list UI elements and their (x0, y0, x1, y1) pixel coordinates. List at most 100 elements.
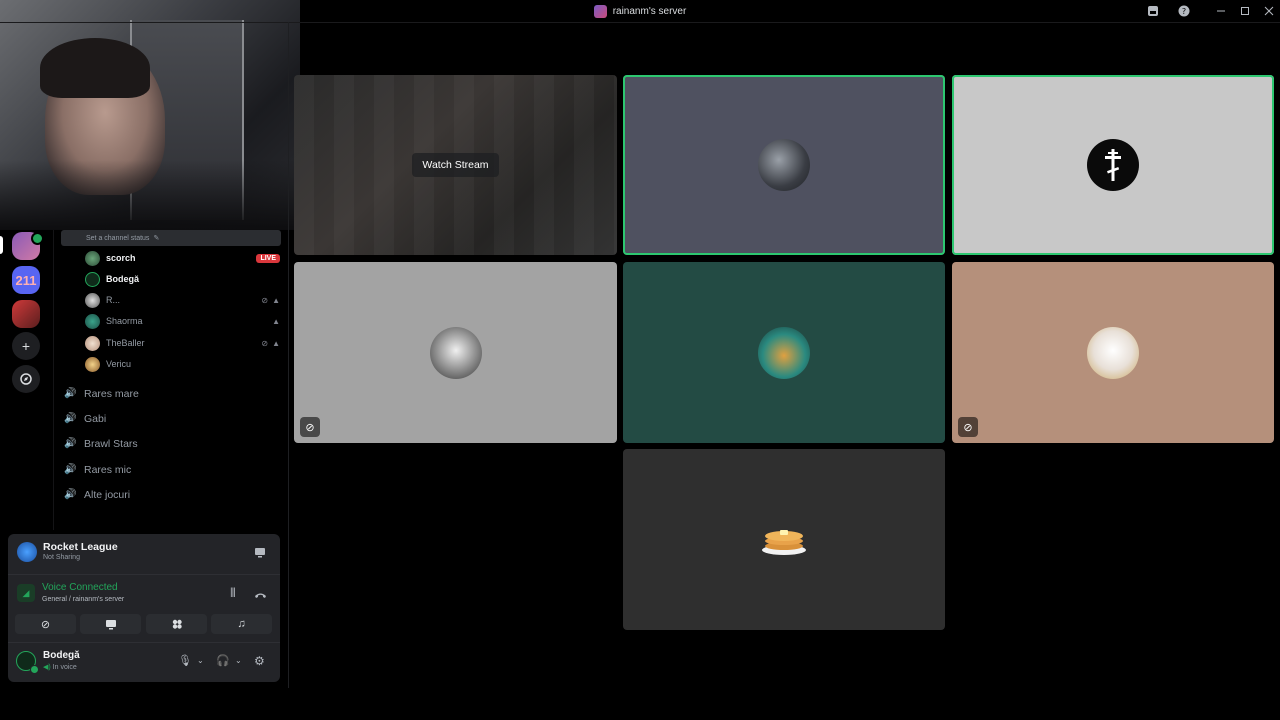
live-badge: LIVE (256, 253, 280, 263)
voice-user-bodega[interactable]: Bodegă (85, 270, 280, 288)
voice-channel-name: Gabi (84, 413, 107, 425)
voice-channel-alte-jocuri[interactable]: 🔊 Alte jocuri (64, 485, 274, 505)
speaker-icon: 🔊 (64, 489, 77, 500)
activity-game: Rocket League (43, 541, 118, 553)
voice-user-r[interactable]: R... ⊘ ▲ (85, 291, 280, 309)
noise-suppression-icon[interactable]: ||| (230, 587, 236, 598)
avatar (85, 356, 100, 372)
speaker-icon: 🔊 (64, 464, 77, 475)
participant-tile-3[interactable]: ⊘ (294, 262, 617, 443)
channel-status-input[interactable]: Set a channel status ✎ (61, 230, 281, 246)
activities-button[interactable] (146, 614, 207, 634)
server-name: rainanm's server (612, 5, 687, 17)
server-avatar-2[interactable]: 211 (12, 266, 40, 294)
participant-tile-4[interactable] (623, 262, 945, 443)
participant-avatar (758, 139, 810, 191)
participant-tile-2[interactable] (952, 75, 1274, 255)
soundboard-icon: ♫ (237, 618, 246, 630)
avatar (85, 250, 100, 266)
participant-avatar (1087, 326, 1139, 379)
panel-divider (8, 642, 280, 643)
help-icon[interactable]: ? (1176, 3, 1192, 19)
user-name: Bodegă (43, 650, 80, 661)
participant-avatar (758, 514, 810, 566)
webcam-preview (0, 0, 300, 230)
avatar (85, 313, 100, 329)
voice-channel-brawl-stars[interactable]: 🔊 Brawl Stars (64, 434, 274, 454)
pancake-icon (762, 529, 806, 555)
voice-user-scorch[interactable]: scorch LIVE (85, 249, 280, 267)
voice-user-name: Shaorma (106, 316, 143, 326)
sidebar-divider (288, 22, 289, 688)
signal-icon: ◢ (17, 584, 35, 602)
screenshare-icon (255, 548, 265, 558)
chevron-down-icon[interactable]: ⌄ (235, 656, 242, 665)
server-badge: 211 (15, 272, 37, 288)
online-status-icon (30, 665, 39, 674)
disconnect-icon[interactable] (254, 587, 267, 598)
voice-channel-name: Rares mic (84, 464, 132, 476)
participant-tile-5[interactable]: ⊘ (952, 262, 1274, 443)
playstation-icon: ▲ (272, 338, 280, 348)
user-status: ◀) In voice (43, 663, 77, 671)
speaker-icon: 🔊 (64, 413, 77, 424)
participant-tile-1[interactable] (623, 75, 945, 255)
voice-user-name: R... (106, 295, 121, 305)
deafened-icon: ⊘ (261, 295, 269, 305)
playstation-icon: ▲ (272, 295, 280, 305)
voice-user-vericu[interactable]: Vericu (85, 355, 280, 373)
selected-pill (0, 236, 3, 254)
user-status-text: In voice (52, 664, 77, 671)
participant-avatar (1087, 139, 1139, 191)
mic-button[interactable]: 🎙 (178, 654, 192, 667)
maximize-icon[interactable] (1237, 3, 1253, 19)
channel-status-placeholder: Set a channel status (86, 234, 150, 242)
chevron-down-icon[interactable]: ⌄ (197, 656, 204, 665)
avatar (85, 335, 100, 351)
share-screen-button[interactable] (254, 545, 266, 558)
voice-status[interactable]: Voice Connected (42, 582, 118, 593)
voice-location[interactable]: General / rainanm's server (42, 596, 124, 603)
voice-user-name: Bodegă (106, 274, 140, 284)
participant-avatar (429, 326, 482, 379)
voice-channel-gabi[interactable]: 🔊 Gabi (64, 409, 274, 429)
voice-channel-rares-mic[interactable]: 🔊 Rares mic (64, 460, 274, 480)
voice-user-name: Vericu (106, 359, 132, 369)
server-avatar-3[interactable] (12, 300, 40, 328)
minimize-icon[interactable] (1213, 3, 1229, 19)
avatar (85, 271, 100, 287)
voice-user-shaorma[interactable]: Shaorma ▲ (85, 312, 280, 330)
avatar (85, 292, 100, 308)
speaker-icon: ◀) (43, 664, 51, 671)
camera-off-icon: ⊘ (40, 618, 51, 631)
pencil-icon: ✎ (153, 235, 160, 242)
explore-servers-button[interactable] (12, 365, 40, 393)
settings-gear-icon[interactable]: ⚙ (254, 654, 265, 668)
speaker-icon: 🔊 (64, 388, 77, 399)
cross-icon (1105, 149, 1121, 181)
headphones-button[interactable]: 🎧 (216, 654, 230, 667)
deafened-icon: ⊘ (958, 417, 978, 437)
add-server-button[interactable]: + (12, 332, 40, 360)
screenshare-toggle-button[interactable] (80, 614, 141, 634)
playstation-icon: ▲ (272, 316, 280, 326)
server-icon (593, 4, 607, 18)
voice-user-theballer[interactable]: TheBaller ⊘ ▲ (85, 334, 280, 352)
participant-tile-6[interactable] (623, 449, 945, 630)
close-icon[interactable] (1261, 3, 1277, 19)
window-title: rainanm's server (0, 0, 1280, 22)
camera-toggle-button[interactable]: ⊘ (15, 614, 76, 634)
watch-stream-button[interactable]: Watch Stream (412, 153, 499, 177)
inbox-icon[interactable] (1145, 3, 1161, 19)
participant-avatar (758, 326, 810, 379)
add-icon: + (21, 338, 31, 354)
voice-channel-name: Alte jocuri (84, 489, 131, 501)
panel-divider (8, 574, 280, 575)
svg-text:?: ? (1182, 7, 1186, 16)
voice-activity-icon (31, 232, 44, 245)
soundboard-button[interactable]: ♫ (211, 614, 272, 634)
voice-channel-rares-mare[interactable]: 🔊 Rares mare (64, 384, 274, 404)
voice-channel-name: Brawl Stars (84, 438, 138, 450)
rocket-league-icon (17, 542, 37, 562)
stream-tile[interactable]: Watch Stream (294, 75, 617, 255)
